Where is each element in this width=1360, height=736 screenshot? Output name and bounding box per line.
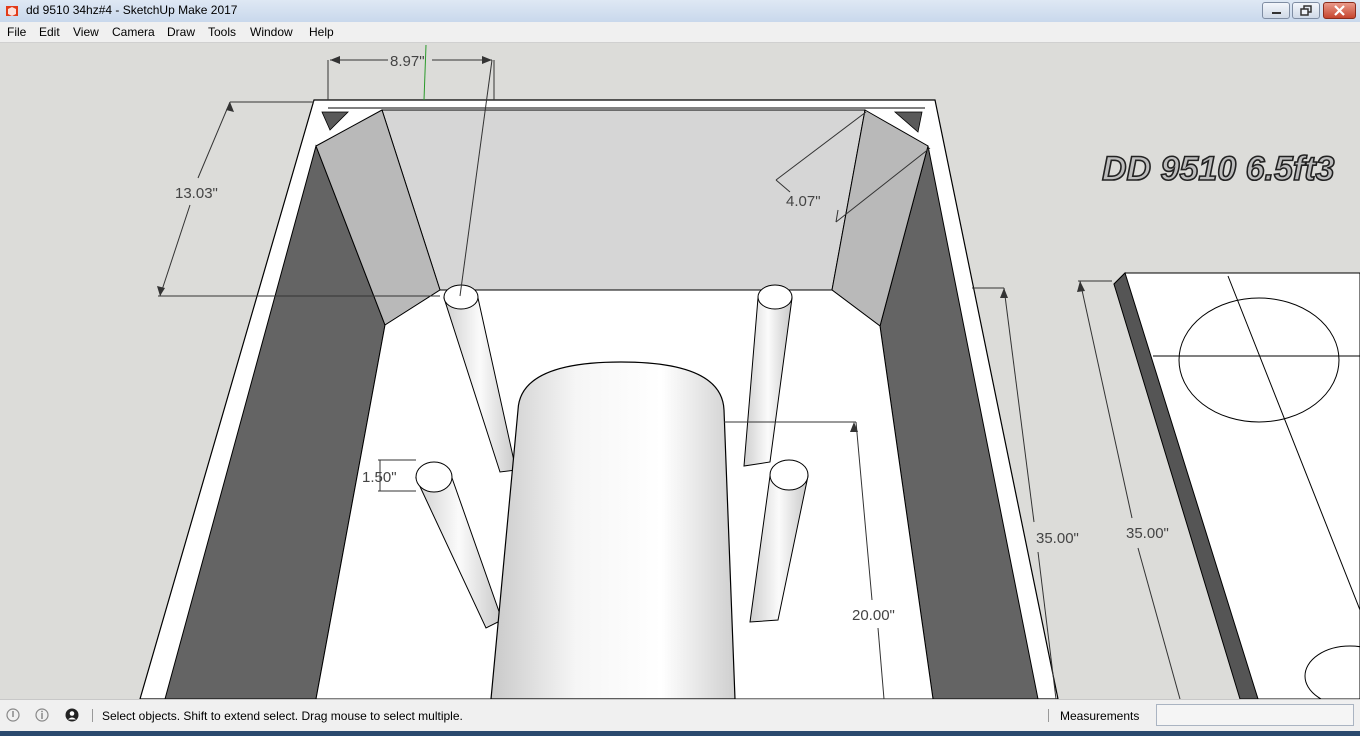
menu-help[interactable]: Help xyxy=(309,25,334,39)
taskbar xyxy=(0,731,1360,736)
dim-brace: 4.07" xyxy=(786,193,821,210)
model-canvas[interactable]: 8.97" 13.03" 4.07" 1.50" 20.00" 35.00" 3… xyxy=(0,43,1360,699)
status-divider xyxy=(1048,709,1049,722)
dim-left-depth: 13.03" xyxy=(175,185,218,202)
menu-view[interactable]: View xyxy=(73,25,99,39)
menu-bar: File Edit View Camera Draw Tools Window … xyxy=(0,22,1360,43)
menu-edit[interactable]: Edit xyxy=(39,25,60,39)
menu-file[interactable]: File xyxy=(7,25,26,39)
status-divider xyxy=(92,709,93,722)
restore-button[interactable] xyxy=(1292,2,1320,19)
model-viewport[interactable]: 8.97" 13.03" 4.07" 1.50" 20.00" 35.00" 3… xyxy=(0,43,1360,699)
side-panel[interactable] xyxy=(1113,272,1360,699)
dim-tube-height: 20.00" xyxy=(852,607,895,624)
restore-icon xyxy=(1300,5,1312,16)
model-logo-text: DD 9510 6.5ft3 xyxy=(1102,150,1335,188)
credits-icon[interactable] xyxy=(35,708,49,722)
port-tube[interactable] xyxy=(490,361,736,699)
menu-draw[interactable]: Draw xyxy=(167,25,195,39)
menu-camera[interactable]: Camera xyxy=(112,25,155,39)
close-button[interactable] xyxy=(1323,2,1356,19)
dim-height-b: 35.00" xyxy=(1126,525,1169,542)
measurements-input[interactable] xyxy=(1156,704,1354,726)
dim-height-a: 35.00" xyxy=(1036,530,1079,547)
close-icon xyxy=(1334,5,1345,16)
user-account-icon[interactable] xyxy=(65,708,79,722)
geo-location-icon[interactable] xyxy=(6,708,20,722)
status-bar: Select objects. Shift to extend select. … xyxy=(0,699,1360,732)
window-title: dd 9510 34hz#4 - SketchUp Make 2017 xyxy=(26,3,238,17)
minimize-button[interactable] xyxy=(1262,2,1290,19)
menu-tools[interactable]: Tools xyxy=(208,25,236,39)
dim-port-dia: 1.50" xyxy=(362,469,397,486)
minimize-icon xyxy=(1272,12,1281,14)
title-bar: dd 9510 34hz#4 - SketchUp Make 2017 xyxy=(0,0,1360,23)
menu-window[interactable]: Window xyxy=(250,25,293,39)
sketchup-app-icon xyxy=(6,6,18,16)
measurements-label: Measurements xyxy=(1060,709,1140,723)
status-message: Select objects. Shift to extend select. … xyxy=(102,709,463,723)
dim-top-width: 8.97" xyxy=(390,53,425,70)
